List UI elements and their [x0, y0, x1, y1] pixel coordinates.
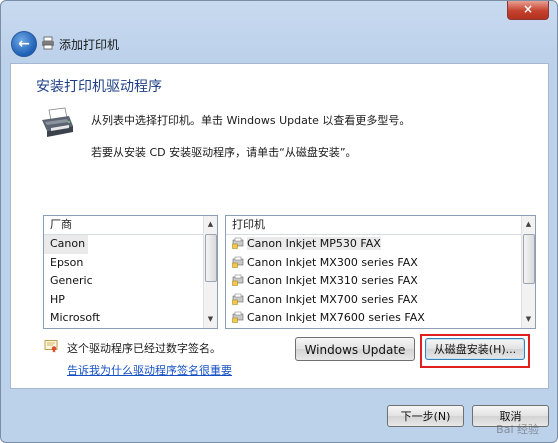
instruction-text-2: 若要从安装 CD 安装驱动程序，请单击“从磁盘安装”。: [91, 146, 357, 159]
list-item[interactable]: Canon Inkjet MX7600 series FAX: [226, 309, 521, 328]
printer-name: Canon Inkjet MX300 series FAX: [247, 255, 418, 269]
printer-name: Canon Inkjet MX310 series FAX: [247, 274, 418, 288]
fax-printer-icon: [232, 293, 244, 305]
printer-name: Canon Inkjet MX7600 series FAX: [247, 311, 425, 325]
list-item[interactable]: Canon Inkjet MP530 FAX: [226, 235, 521, 254]
signature-status: 这个驱动程序已经过数字签名。: [67, 342, 221, 355]
printer-name: Canon Inkjet MP530 FAX: [247, 237, 381, 250]
highlight-box: [420, 334, 530, 368]
printer-icon: [42, 36, 54, 50]
scroll-thumb[interactable]: [205, 234, 217, 282]
list-item[interactable]: Microsoft: [44, 309, 203, 328]
printer-name: Canon Inkjet MX700 series FAX: [247, 292, 418, 306]
list-item[interactable]: Canon Inkjet MX300 series FAX: [226, 254, 521, 273]
fax-printer-icon: [232, 256, 244, 268]
add-printer-window: × ← 添加打印机 安装打印机驱动程序 从列表中选择打印机。单击 Windows…: [0, 0, 558, 443]
printer-list[interactable]: 打印机 Canon Inkjet MP530 FAX Canon Inkjet …: [225, 215, 536, 329]
navigation-bar: ← 添加打印机: [11, 31, 311, 57]
printer-large-icon: [42, 107, 73, 137]
fax-printer-icon: [232, 274, 244, 286]
scroll-up-icon[interactable]: ▲: [522, 218, 535, 231]
windows-update-button[interactable]: Windows Update: [295, 337, 415, 361]
manufacturer-list[interactable]: 厂商 Canon Epson Generic HP Microsoft ▲ ▼: [43, 215, 218, 329]
fax-printer-icon: [232, 312, 244, 324]
scroll-down-icon[interactable]: ▼: [204, 313, 217, 326]
manufacturer-scrollbar[interactable]: ▲ ▼: [203, 216, 217, 328]
instruction-text-1: 从列表中选择打印机。单击 Windows Update 以查看更多型号。: [91, 114, 411, 127]
page-title: 安装打印机驱动程序: [36, 79, 162, 95]
nav-title: 添加打印机: [59, 38, 120, 52]
watermark-text: Bai 经验: [496, 423, 539, 436]
wizard-content: 安装打印机驱动程序 从列表中选择打印机。单击 Windows Update 以查…: [10, 63, 549, 389]
scroll-thumb[interactable]: [523, 234, 535, 284]
manufacturer-list-header: 厂商: [44, 216, 217, 235]
printer-list-header: 打印机: [226, 216, 535, 235]
list-item[interactable]: Canon: [44, 235, 88, 254]
wizard-footer: 下一步(N) 取消 Bai 经验: [1, 387, 557, 442]
certificate-icon: [44, 340, 58, 353]
list-item[interactable]: Canon Inkjet MX700 series FAX: [226, 291, 521, 310]
list-item[interactable]: Generic: [44, 272, 203, 291]
printer-items: Canon Inkjet MP530 FAX Canon Inkjet MX30…: [226, 235, 521, 328]
close-button[interactable]: ×: [507, 1, 549, 20]
scroll-down-icon[interactable]: ▼: [522, 313, 535, 326]
list-item[interactable]: HP: [44, 291, 203, 310]
fax-printer-icon: [232, 237, 244, 249]
scroll-up-icon[interactable]: ▲: [204, 218, 217, 231]
signature-help-link[interactable]: 告诉我为什么驱动程序签名很重要: [67, 362, 232, 378]
manufacturer-items: Canon Epson Generic HP Microsoft: [44, 235, 203, 328]
next-button[interactable]: 下一步(N): [387, 405, 464, 427]
list-item[interactable]: Epson: [44, 254, 203, 273]
back-arrow-icon[interactable]: ←: [11, 31, 37, 57]
list-item[interactable]: Canon Inkjet MX310 series FAX: [226, 272, 521, 291]
printer-scrollbar[interactable]: ▲ ▼: [521, 216, 535, 328]
